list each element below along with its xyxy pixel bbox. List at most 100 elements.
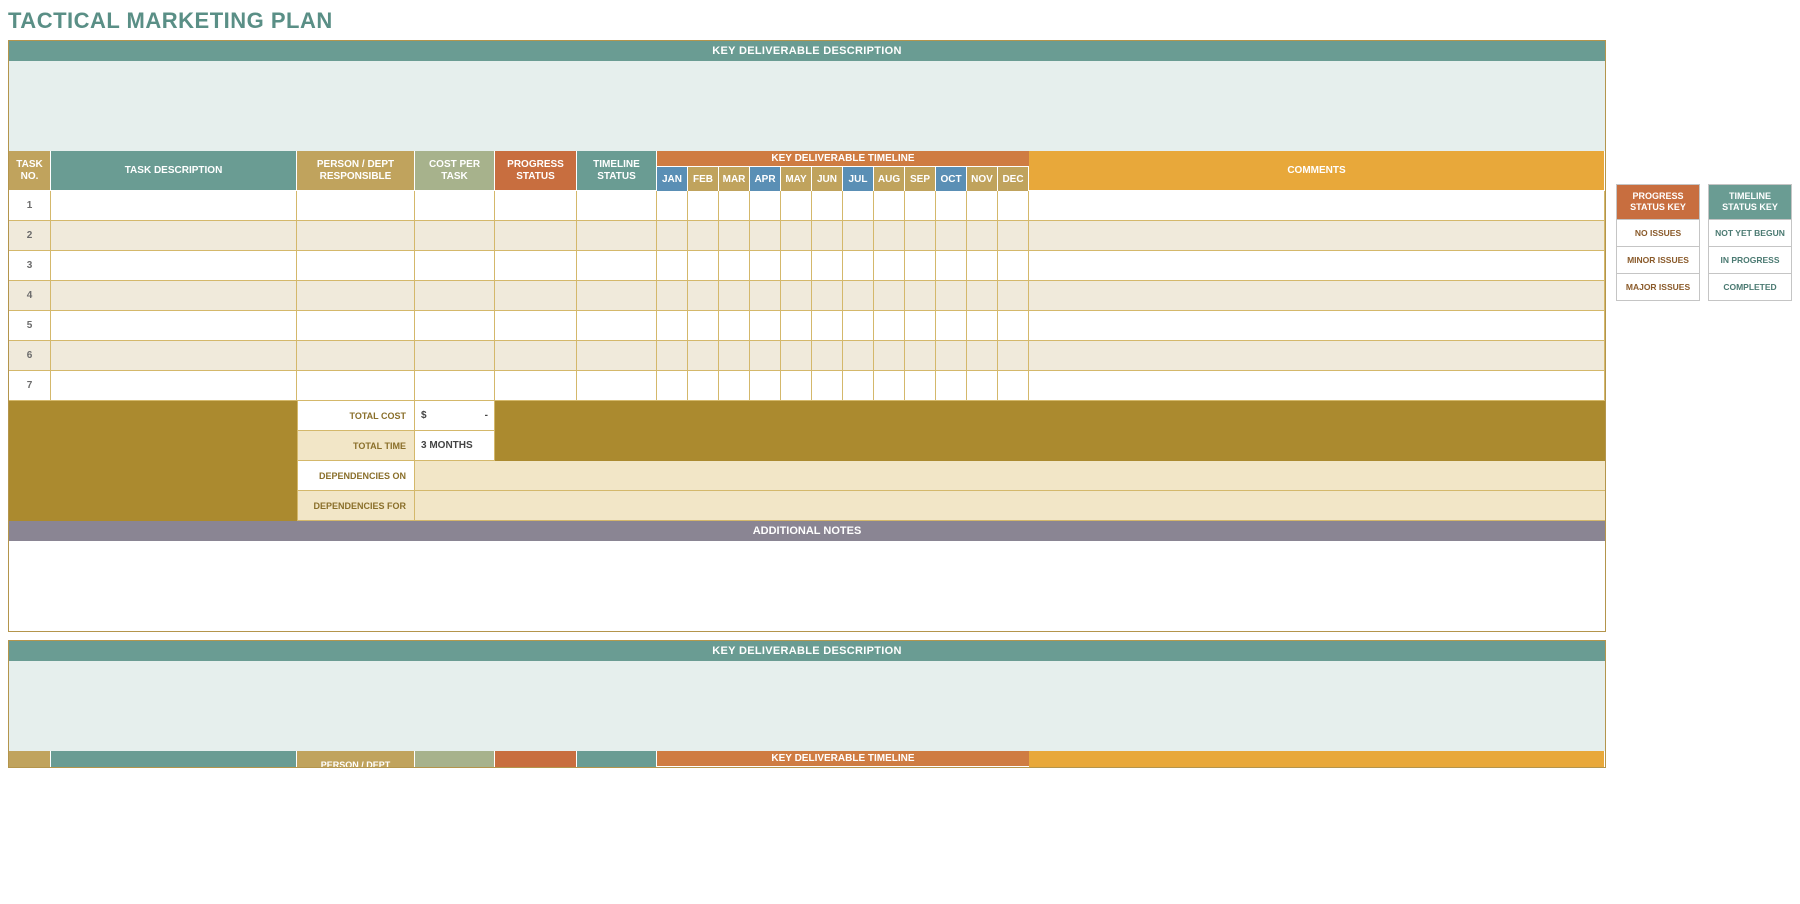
cell-comments[interactable] bbox=[1029, 311, 1605, 341]
cell-cost[interactable] bbox=[415, 371, 495, 401]
cell-comments[interactable] bbox=[1029, 251, 1605, 281]
cell-month[interactable] bbox=[781, 341, 812, 371]
cell-month[interactable] bbox=[688, 221, 719, 251]
cell-progress[interactable] bbox=[495, 251, 577, 281]
cell-month[interactable] bbox=[657, 311, 688, 341]
cell-month[interactable] bbox=[781, 251, 812, 281]
cell-month[interactable] bbox=[967, 371, 998, 401]
cell-month[interactable] bbox=[967, 251, 998, 281]
cell-task-description[interactable] bbox=[51, 311, 297, 341]
cell-month[interactable] bbox=[874, 281, 905, 311]
cell-month[interactable] bbox=[998, 221, 1029, 251]
cell-month[interactable] bbox=[657, 221, 688, 251]
cell-person[interactable] bbox=[297, 341, 415, 371]
cell-month[interactable] bbox=[750, 341, 781, 371]
cell-month[interactable] bbox=[812, 251, 843, 281]
cell-month[interactable] bbox=[719, 191, 750, 221]
cell-task-description[interactable] bbox=[51, 251, 297, 281]
cell-progress[interactable] bbox=[495, 221, 577, 251]
cell-month[interactable] bbox=[874, 341, 905, 371]
value-dependencies-for[interactable] bbox=[415, 491, 1605, 521]
cell-month[interactable] bbox=[657, 191, 688, 221]
cell-month[interactable] bbox=[936, 311, 967, 341]
cell-month[interactable] bbox=[657, 281, 688, 311]
cell-month[interactable] bbox=[781, 191, 812, 221]
cell-comments[interactable] bbox=[1029, 281, 1605, 311]
cell-month[interactable] bbox=[936, 281, 967, 311]
cell-month[interactable] bbox=[843, 281, 874, 311]
cell-month[interactable] bbox=[998, 311, 1029, 341]
cell-task-description[interactable] bbox=[51, 191, 297, 221]
cell-cost[interactable] bbox=[415, 281, 495, 311]
cell-month[interactable] bbox=[843, 251, 874, 281]
value-dependencies-on[interactable] bbox=[415, 461, 1605, 491]
cell-month[interactable] bbox=[967, 311, 998, 341]
cell-timeline[interactable] bbox=[577, 251, 657, 281]
cell-comments[interactable] bbox=[1029, 221, 1605, 251]
cell-month[interactable] bbox=[905, 221, 936, 251]
cell-progress[interactable] bbox=[495, 311, 577, 341]
cell-person[interactable] bbox=[297, 191, 415, 221]
cell-month[interactable] bbox=[719, 221, 750, 251]
cell-month[interactable] bbox=[812, 191, 843, 221]
cell-task-description[interactable] bbox=[51, 281, 297, 311]
cell-month[interactable] bbox=[998, 341, 1029, 371]
cell-month[interactable] bbox=[905, 371, 936, 401]
cell-timeline[interactable] bbox=[577, 221, 657, 251]
cell-month[interactable] bbox=[750, 191, 781, 221]
cell-month[interactable] bbox=[998, 371, 1029, 401]
cell-month[interactable] bbox=[874, 221, 905, 251]
cell-month[interactable] bbox=[874, 371, 905, 401]
cell-month[interactable] bbox=[719, 251, 750, 281]
cell-month[interactable] bbox=[936, 341, 967, 371]
cell-timeline[interactable] bbox=[577, 371, 657, 401]
deliverable-desc-body-2[interactable] bbox=[9, 661, 1605, 751]
cell-cost[interactable] bbox=[415, 311, 495, 341]
cell-cost[interactable] bbox=[415, 221, 495, 251]
deliverable-desc-body[interactable] bbox=[9, 61, 1605, 151]
cell-month[interactable] bbox=[688, 251, 719, 281]
cell-month[interactable] bbox=[750, 221, 781, 251]
cell-timeline[interactable] bbox=[577, 311, 657, 341]
cell-month[interactable] bbox=[874, 191, 905, 221]
cell-month[interactable] bbox=[657, 341, 688, 371]
cell-cost[interactable] bbox=[415, 341, 495, 371]
cell-progress[interactable] bbox=[495, 191, 577, 221]
cell-month[interactable] bbox=[998, 251, 1029, 281]
cell-month[interactable] bbox=[843, 191, 874, 221]
cell-month[interactable] bbox=[750, 371, 781, 401]
cell-month[interactable] bbox=[719, 281, 750, 311]
cell-month[interactable] bbox=[688, 341, 719, 371]
cell-task-description[interactable] bbox=[51, 221, 297, 251]
cell-person[interactable] bbox=[297, 371, 415, 401]
cell-person[interactable] bbox=[297, 281, 415, 311]
cell-month[interactable] bbox=[936, 251, 967, 281]
cell-month[interactable] bbox=[812, 341, 843, 371]
cell-cost[interactable] bbox=[415, 251, 495, 281]
cell-month[interactable] bbox=[719, 341, 750, 371]
cell-cost[interactable] bbox=[415, 191, 495, 221]
cell-month[interactable] bbox=[874, 251, 905, 281]
cell-month[interactable] bbox=[905, 251, 936, 281]
cell-timeline[interactable] bbox=[577, 191, 657, 221]
cell-month[interactable] bbox=[781, 371, 812, 401]
cell-month[interactable] bbox=[812, 311, 843, 341]
cell-month[interactable] bbox=[998, 191, 1029, 221]
cell-month[interactable] bbox=[812, 371, 843, 401]
cell-month[interactable] bbox=[843, 371, 874, 401]
cell-month[interactable] bbox=[967, 341, 998, 371]
cell-month[interactable] bbox=[750, 281, 781, 311]
cell-month[interactable] bbox=[905, 191, 936, 221]
cell-month[interactable] bbox=[812, 221, 843, 251]
cell-progress[interactable] bbox=[495, 281, 577, 311]
cell-month[interactable] bbox=[936, 371, 967, 401]
cell-month[interactable] bbox=[688, 311, 719, 341]
cell-month[interactable] bbox=[781, 221, 812, 251]
cell-month[interactable] bbox=[843, 341, 874, 371]
cell-month[interactable] bbox=[967, 281, 998, 311]
cell-month[interactable] bbox=[688, 281, 719, 311]
cell-month[interactable] bbox=[688, 191, 719, 221]
cell-month[interactable] bbox=[905, 281, 936, 311]
cell-month[interactable] bbox=[719, 371, 750, 401]
cell-month[interactable] bbox=[657, 371, 688, 401]
